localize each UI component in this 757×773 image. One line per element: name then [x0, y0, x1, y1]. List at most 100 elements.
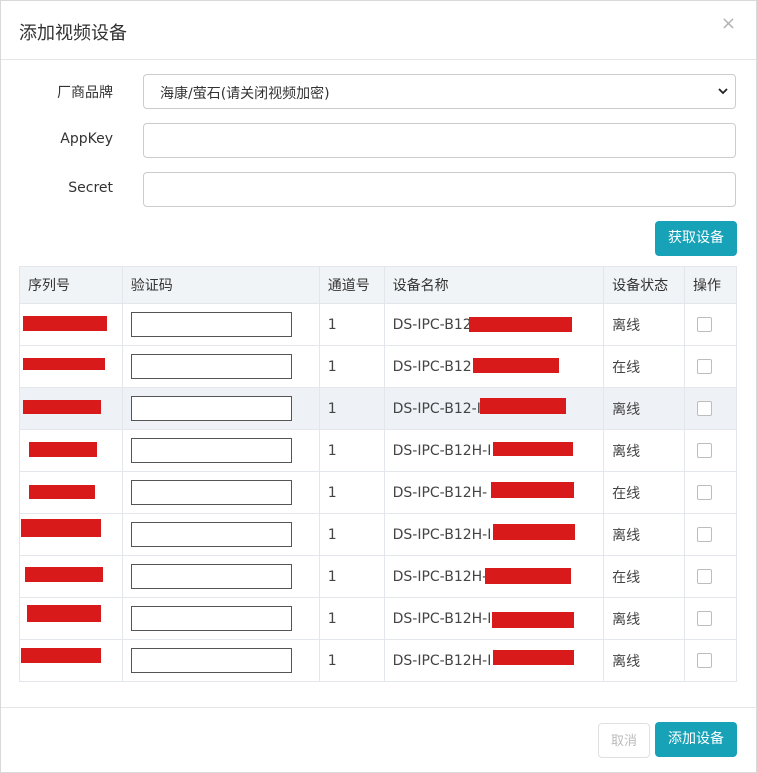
table-row: 1 DS-IPC-B12H-I 离线: [19, 513, 738, 556]
channel-cell: 1: [318, 387, 385, 430]
verification-code-input[interactable]: [130, 648, 292, 673]
verification-code-input[interactable]: [130, 480, 292, 505]
redaction-mark: [491, 482, 574, 498]
close-icon[interactable]: ×: [721, 13, 736, 34]
add-video-device-dialog: 添加视频设备 × 厂商品牌 海康/萤石(请关闭视频加密) AppKey Secr…: [0, 0, 757, 773]
status-cell: 在线: [603, 555, 685, 598]
code-cell: [121, 345, 320, 388]
select-checkbox[interactable]: [696, 401, 712, 416]
redaction-mark: [469, 317, 572, 332]
code-cell: [121, 555, 320, 598]
select-checkbox[interactable]: [696, 653, 712, 668]
select-checkbox[interactable]: [696, 443, 712, 458]
code-cell: [121, 471, 320, 514]
channel-cell: 1: [318, 471, 385, 514]
status-cell: 离线: [603, 303, 685, 346]
secret-input[interactable]: [143, 172, 736, 207]
secret-row: Secret: [1, 172, 757, 207]
code-cell: [121, 303, 320, 346]
action-cell: [683, 597, 738, 640]
redaction-mark: [480, 398, 566, 414]
select-checkbox[interactable]: [696, 485, 712, 500]
code-cell: [121, 639, 320, 682]
verification-code-input[interactable]: [130, 606, 292, 631]
verification-code-input[interactable]: [130, 564, 292, 589]
channel-cell: 1: [318, 639, 385, 682]
status-cell: 离线: [603, 387, 685, 430]
status-cell: 在线: [603, 471, 685, 514]
channel-cell: 1: [318, 597, 385, 640]
header-serial: 序列号: [19, 266, 123, 304]
verification-code-input[interactable]: [130, 354, 292, 379]
table-row: 1 DS-IPC-B12H- 在线: [19, 555, 738, 598]
add-device-button[interactable]: 添加设备: [655, 722, 737, 757]
redaction-mark: [29, 442, 97, 457]
verification-code-input[interactable]: [130, 522, 292, 547]
action-cell: [683, 303, 738, 346]
action-cell: [683, 345, 738, 388]
status-cell: 离线: [603, 513, 685, 556]
verification-code-input[interactable]: [130, 312, 292, 337]
verification-code-input[interactable]: [130, 438, 292, 463]
appkey-input[interactable]: [143, 123, 736, 158]
status-cell: 在线: [603, 345, 685, 388]
brand-row: 厂商品牌 海康/萤石(请关闭视频加密): [1, 74, 757, 109]
cancel-button[interactable]: 取消: [598, 723, 650, 758]
select-checkbox[interactable]: [696, 569, 712, 584]
status-cell: 离线: [603, 597, 685, 640]
redaction-mark: [23, 400, 101, 414]
footer-divider: [1, 707, 757, 708]
code-cell: [121, 513, 320, 556]
brand-select[interactable]: 海康/萤石(请关闭视频加密): [143, 74, 736, 109]
redaction-mark: [493, 524, 575, 540]
table-row: 1 DS-IPC-B12-I 离线: [19, 387, 738, 430]
action-cell: [683, 429, 738, 472]
table-row: 1 DS-IPC-B12H-I 离线: [19, 639, 738, 682]
header-channel: 通道号: [318, 266, 385, 304]
select-checkbox[interactable]: [696, 317, 712, 332]
action-cell: [683, 387, 738, 430]
select-checkbox[interactable]: [696, 527, 712, 542]
table-row: 1 DS-IPC-B12 离线: [19, 303, 738, 346]
device-table: 序列号 验证码 通道号 设备名称 设备状态 操作 1 DS-IPC-B12 离线 1 D…: [19, 266, 738, 682]
channel-cell: 1: [318, 513, 385, 556]
table-row: 1 DS-IPC-B12H- 在线: [19, 471, 738, 514]
redaction-mark: [29, 485, 95, 499]
redaction-mark: [493, 442, 573, 456]
select-checkbox[interactable]: [696, 611, 712, 626]
code-cell: [121, 429, 320, 472]
table-row: 1 DS-IPC-B12 在线: [19, 345, 738, 388]
channel-cell: 1: [318, 429, 385, 472]
header-device-name: 设备名称: [383, 266, 605, 304]
redaction-mark: [23, 316, 107, 331]
redaction-mark: [485, 568, 571, 584]
code-cell: [121, 387, 320, 430]
redaction-mark: [493, 650, 574, 665]
header-status: 设备状态: [603, 266, 685, 304]
verification-code-input[interactable]: [130, 396, 292, 421]
redaction-mark: [473, 358, 559, 373]
table-header-row: 序列号 验证码 通道号 设备名称 设备状态 操作: [19, 266, 738, 304]
table-row: 1 DS-IPC-B12H-I 离线: [19, 597, 738, 640]
code-cell: [121, 597, 320, 640]
action-cell: [683, 471, 738, 514]
redaction-mark: [23, 358, 105, 370]
appkey-label: AppKey: [60, 131, 113, 147]
table-row: 1 DS-IPC-B12H-I 离线: [19, 429, 738, 472]
secret-label: Secret: [68, 180, 113, 196]
select-checkbox[interactable]: [696, 359, 712, 374]
header-code: 验证码: [121, 266, 320, 304]
redaction-mark: [21, 648, 101, 663]
fetch-devices-button[interactable]: 获取设备: [655, 221, 737, 256]
channel-cell: 1: [318, 345, 385, 388]
channel-cell: 1: [318, 555, 385, 598]
action-cell: [683, 513, 738, 556]
brand-label: 厂商品牌: [57, 85, 113, 101]
channel-cell: 1: [318, 303, 385, 346]
action-cell: [683, 555, 738, 598]
dialog-header: 添加视频设备 ×: [1, 1, 756, 60]
chevron-down-icon: [718, 88, 728, 95]
redaction-mark: [21, 519, 101, 537]
redaction-mark: [25, 567, 103, 582]
dialog-title: 添加视频设备: [19, 23, 127, 44]
